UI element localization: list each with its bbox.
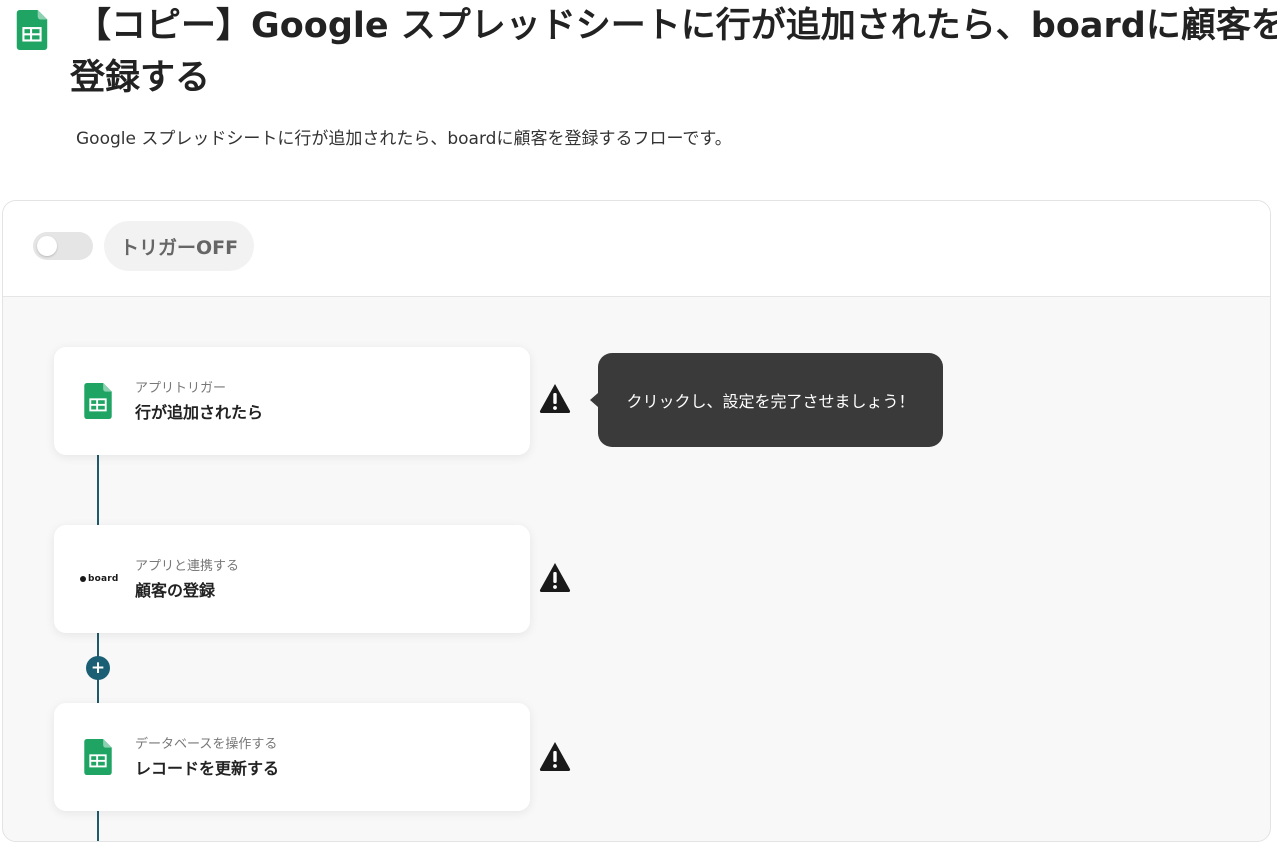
- board-logo-dot: [80, 576, 86, 582]
- flow-step-board-card[interactable]: board アプリと連携する 顧客の登録: [54, 525, 530, 633]
- flow-description: Google スプレッドシートに行が追加されたら、boardに顧客を登録するフロ…: [76, 129, 732, 149]
- warning-icon: [539, 562, 571, 592]
- flow-connector: [97, 811, 99, 841]
- google-sheets-icon: [16, 10, 48, 50]
- step-subtitle: アプリトリガー: [135, 381, 227, 396]
- step-title: 行が追加されたら: [135, 403, 264, 422]
- step-subtitle: データベースを操作する: [135, 737, 278, 752]
- trigger-status-label: トリガーOFF: [104, 221, 255, 271]
- add-step-button[interactable]: +: [86, 656, 110, 680]
- flow-connector: [97, 455, 99, 525]
- board-logo-icon: board: [80, 573, 120, 585]
- flow-panel: トリガーOFF アプリトリガー 行が追加されたら クリックし、設定を完了させまし…: [2, 200, 1271, 842]
- page-title-line-1: 【コピー】Google スプレッドシートに行が追加されたら、boardに顧客を: [76, 6, 1277, 46]
- google-sheets-icon: [84, 383, 112, 419]
- step-title: レコードを更新する: [135, 759, 280, 778]
- warning-icon: [539, 741, 571, 771]
- panel-header: トリガーOFF: [3, 201, 1270, 297]
- toggle-knob: [37, 236, 57, 256]
- board-logo-text: board: [88, 574, 119, 584]
- setup-tooltip: クリックし、設定を完了させましょう！: [590, 353, 943, 447]
- warning-icon: [539, 383, 571, 413]
- page-title: 【コピー】Google スプレッドシートに行が追加されたら、boardに顧客を …: [70, 0, 1277, 104]
- trigger-toggle[interactable]: [33, 232, 93, 260]
- flow-step-database-card[interactable]: データベースを操作する レコードを更新する: [54, 703, 530, 811]
- flow-step-trigger-card[interactable]: アプリトリガー 行が追加されたら: [54, 347, 530, 455]
- page-title-line-2: 登録する: [70, 58, 211, 98]
- step-subtitle: アプリと連携する: [135, 559, 240, 574]
- step-title: 顧客の登録: [135, 581, 216, 600]
- google-sheets-icon: [84, 739, 112, 775]
